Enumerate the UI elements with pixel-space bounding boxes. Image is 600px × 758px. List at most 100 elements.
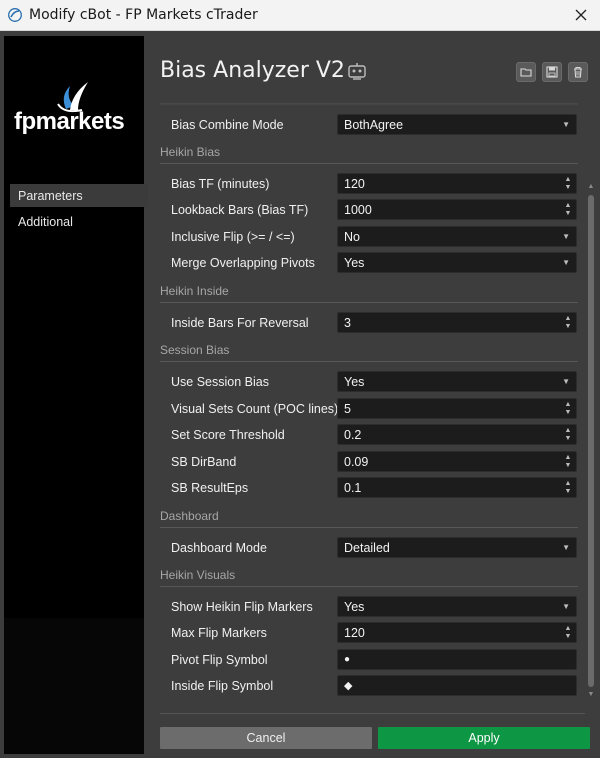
stepper-arrows-icon[interactable]: ▲ ▼ bbox=[564, 454, 572, 470]
field-value: ● bbox=[344, 654, 351, 665]
ctrader-app-icon bbox=[8, 8, 22, 22]
sidebar: fpmarkets Parameters Additional bbox=[4, 36, 148, 754]
param-sb-resulteps: SB ResultEps 0.1 ▲ ▼ bbox=[160, 475, 578, 501]
scroll-up-icon[interactable]: ▲ bbox=[587, 183, 595, 190]
fpmarkets-logo: fpmarkets bbox=[4, 74, 144, 174]
show-flip-markers-select[interactable]: Yes ▼ bbox=[337, 596, 577, 617]
delete-button[interactable] bbox=[568, 62, 588, 82]
field-value: Yes bbox=[344, 599, 365, 614]
bias-combine-mode-select[interactable]: BothAgree ▼ bbox=[337, 114, 577, 135]
field-value: No bbox=[344, 229, 360, 244]
trash-icon bbox=[574, 66, 582, 78]
section-session-bias: Session Bias bbox=[160, 340, 578, 362]
param-label: Lookback Bars (Bias TF) bbox=[171, 203, 309, 217]
field-value: 3 bbox=[344, 315, 351, 330]
scroll-down-icon[interactable]: ▼ bbox=[587, 691, 595, 698]
stepper-arrows-icon[interactable]: ▲ ▼ bbox=[564, 401, 572, 417]
param-bias-tf: Bias TF (minutes) 120 ▲ ▼ bbox=[160, 171, 578, 197]
param-show-flip-markers: Show Heikin Flip Markers Yes ▼ bbox=[160, 594, 578, 620]
close-icon[interactable] bbox=[572, 6, 590, 24]
visual-sets-count-stepper[interactable]: 5 ▲ ▼ bbox=[337, 398, 577, 419]
param-merge-pivots: Merge Overlapping Pivots Yes ▼ bbox=[160, 250, 578, 276]
param-label: Use Session Bias bbox=[171, 375, 269, 389]
sidebar-item-label: Parameters bbox=[18, 188, 83, 203]
stepper-arrows-icon[interactable]: ▲ ▼ bbox=[564, 176, 572, 192]
inside-flip-symbol-input[interactable]: ◆ bbox=[337, 675, 577, 696]
field-value: BothAgree bbox=[344, 117, 404, 132]
param-label: Inclusive Flip (>= / <=) bbox=[171, 230, 295, 244]
param-set-score-threshold: Set Score Threshold 0.2 ▲ ▼ bbox=[160, 422, 578, 448]
param-lookback-bars: Lookback Bars (Bias TF) 1000 ▲ ▼ bbox=[160, 197, 578, 223]
sb-dirband-stepper[interactable]: 0.09 ▲ ▼ bbox=[337, 451, 577, 472]
cancel-button[interactable]: Cancel bbox=[160, 727, 372, 749]
stepper-arrows-icon[interactable]: ▲ ▼ bbox=[564, 480, 572, 496]
field-value: 0.1 bbox=[344, 480, 362, 495]
vertical-scrollbar[interactable]: ▲ ▼ bbox=[587, 183, 595, 703]
param-label: Inside Flip Symbol bbox=[171, 679, 274, 693]
use-session-bias-select[interactable]: Yes ▼ bbox=[337, 371, 577, 392]
param-label: SB ResultEps bbox=[171, 481, 249, 495]
param-bias-combine-mode: Bias Combine Mode BothAgree ▼ bbox=[160, 112, 578, 138]
apply-button[interactable]: Apply bbox=[378, 727, 590, 749]
page-title: Bias Analyzer V2 bbox=[160, 58, 345, 83]
save-button[interactable] bbox=[542, 62, 562, 82]
inside-bars-stepper[interactable]: 3 ▲ ▼ bbox=[337, 312, 577, 333]
robot-icon bbox=[348, 63, 366, 80]
chevron-down-icon: ▼ bbox=[562, 120, 570, 129]
scrollbar-thumb[interactable] bbox=[588, 195, 594, 687]
section-divider bbox=[160, 302, 578, 303]
sb-resulteps-stepper[interactable]: 0.1 ▲ ▼ bbox=[337, 477, 577, 498]
param-label: Set Score Threshold bbox=[171, 428, 285, 442]
param-label: SB DirBand bbox=[171, 455, 237, 469]
section-title: Heikin Inside bbox=[160, 284, 229, 298]
sidebar-item-parameters[interactable]: Parameters bbox=[10, 184, 148, 207]
param-inside-bars: Inside Bars For Reversal 3 ▲ ▼ bbox=[160, 310, 578, 336]
inclusive-flip-select[interactable]: No ▼ bbox=[337, 226, 577, 247]
field-value: 0.2 bbox=[344, 427, 362, 442]
open-folder-button[interactable] bbox=[516, 62, 536, 82]
field-value: ◆ bbox=[344, 680, 353, 692]
window-title: Modify cBot - FP Markets cTrader bbox=[29, 7, 258, 23]
list-top-edge bbox=[160, 103, 578, 107]
sidebar-item-additional[interactable]: Additional bbox=[10, 210, 148, 233]
pivot-flip-symbol-input[interactable]: ● bbox=[337, 649, 577, 670]
merge-pivots-select[interactable]: Yes ▼ bbox=[337, 252, 577, 273]
stepper-arrows-icon[interactable]: ▲ ▼ bbox=[564, 202, 572, 218]
sidebar-item-label: Additional bbox=[18, 214, 73, 229]
field-value: 1000 bbox=[344, 202, 372, 217]
param-label: Inside Bars For Reversal bbox=[171, 316, 309, 330]
field-value: Detailed bbox=[344, 540, 390, 555]
stepper-arrows-icon[interactable]: ▲ ▼ bbox=[564, 625, 572, 641]
field-value: 120 bbox=[344, 176, 365, 191]
param-use-session-bias: Use Session Bias Yes ▼ bbox=[160, 369, 578, 395]
section-title: Dashboard bbox=[160, 509, 219, 523]
section-title: Heikin Bias bbox=[160, 145, 221, 159]
section-divider bbox=[160, 361, 578, 362]
main-panel: Bias Analyzer V2 Bias Combine Mode BothA… bbox=[150, 36, 600, 758]
max-flip-markers-stepper[interactable]: 120 ▲ ▼ bbox=[337, 622, 577, 643]
save-icon bbox=[546, 66, 558, 78]
field-value: 5 bbox=[344, 401, 351, 416]
param-visual-sets-count: Visual Sets Count (POC lines) 5 ▲ ▼ bbox=[160, 396, 578, 422]
chevron-down-icon: ▼ bbox=[562, 232, 570, 241]
stepper-arrows-icon[interactable]: ▲ ▼ bbox=[564, 315, 572, 331]
section-heikin-visuals: Heikin Visuals bbox=[160, 565, 578, 587]
lookback-bars-stepper[interactable]: 1000 ▲ ▼ bbox=[337, 199, 577, 220]
param-dashboard-mode: Dashboard Mode Detailed ▼ bbox=[160, 535, 578, 561]
chevron-down-icon: ▼ bbox=[562, 258, 570, 267]
param-label: Visual Sets Count (POC lines) bbox=[171, 402, 339, 416]
dashboard-mode-select[interactable]: Detailed ▼ bbox=[337, 537, 577, 558]
section-title: Heikin Visuals bbox=[160, 568, 236, 582]
stepper-arrows-icon[interactable]: ▲ ▼ bbox=[564, 427, 572, 443]
chevron-down-icon: ▼ bbox=[562, 543, 570, 552]
chevron-down-icon: ▼ bbox=[562, 602, 570, 611]
field-value: Yes bbox=[344, 374, 365, 389]
param-sb-dirband: SB DirBand 0.09 ▲ ▼ bbox=[160, 449, 578, 475]
parameters-list: Bias Combine Mode BothAgree ▼ Heikin Bias… bbox=[160, 103, 578, 713]
sidebar-footer-area bbox=[4, 618, 144, 754]
chevron-down-icon: ▼ bbox=[562, 377, 570, 386]
set-score-threshold-stepper[interactable]: 0.2 ▲ ▼ bbox=[337, 424, 577, 445]
param-label: Bias TF (minutes) bbox=[171, 177, 270, 191]
section-heikin-bias: Heikin Bias bbox=[160, 142, 578, 164]
bias-tf-stepper[interactable]: 120 ▲ ▼ bbox=[337, 173, 577, 194]
